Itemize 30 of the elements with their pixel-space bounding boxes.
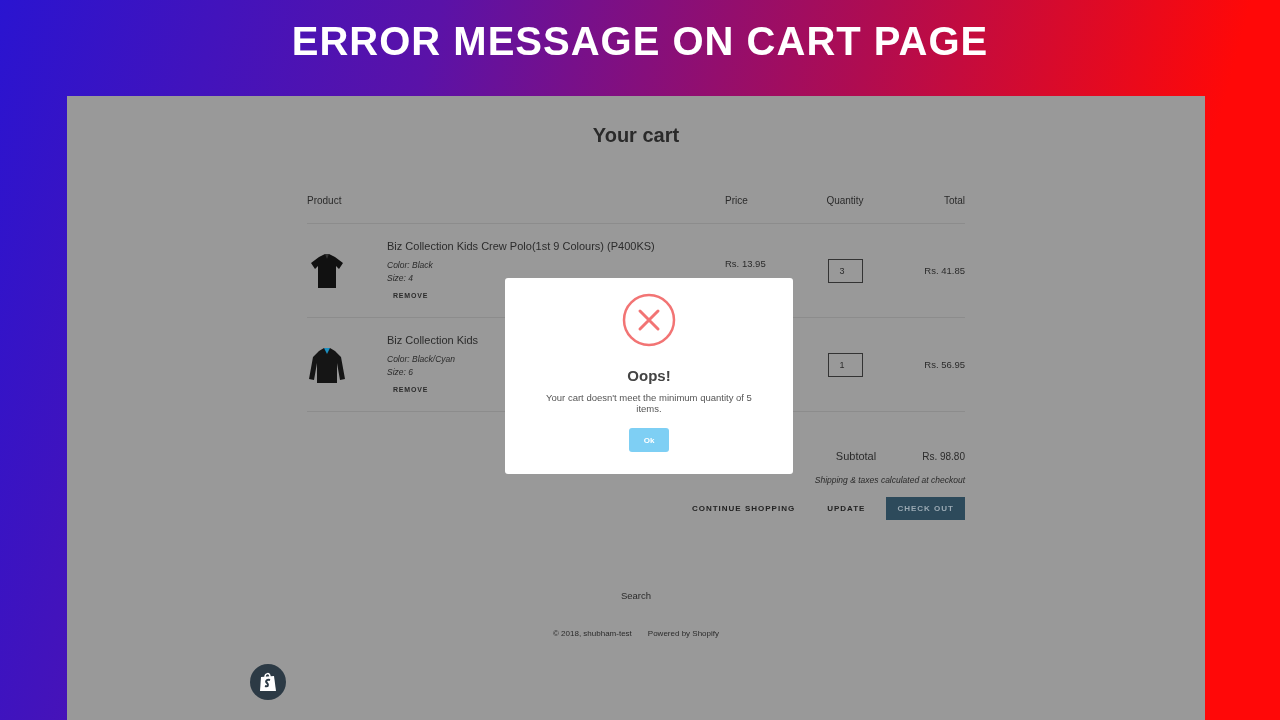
shop-badge-icon[interactable] [250,664,286,700]
line-total: Rs. 56.95 [924,359,965,370]
price: Rs. 13.95 [725,257,766,269]
quantity-field[interactable]: 3 [827,258,863,283]
page-title: Your cart [592,124,680,147]
error-icon [622,293,676,347]
product-title[interactable]: Biz Collection Kids [387,334,479,346]
subtotal-value: Rs. 98.80 [922,450,965,462]
banner-title: ERROR MESSAGE ON CART PAGE [291,18,989,65]
product-color: Color: Black [387,259,433,272]
dialog-message: Your cart doesn't meet the minimum quantity of 5 items. [545,392,753,414]
action-link[interactable]: CONTINUE SHOPPING [680,497,807,520]
action-link[interactable]: UPDATE [816,497,877,520]
column-header: Quantity [826,195,864,206]
product-size: Size: 4 [387,271,413,284]
powered-by-link[interactable]: Powered by Shopify [647,629,719,638]
product-title[interactable]: Biz Collection Kids Crew Polo(1st 9 Colours) (P400KS) [387,240,655,252]
line-total: Rs. 41.85 [924,265,965,276]
quantity-field[interactable]: 1 [827,352,863,377]
column-header: Total [943,195,965,206]
shipping-note: Shipping & taxes calculated at checkout [814,475,965,485]
product-size: Size: 6 [387,365,413,378]
column-header: Product [307,195,342,206]
copyright: © 2018, shubham-test [553,629,632,638]
checkout-button[interactable]: CHECK OUT [886,497,965,520]
footer-link[interactable]: Search [620,590,652,601]
dialog-title: Oops! [627,367,671,384]
column-header: Price [725,195,748,206]
product-color: Color: Black/Cyan [387,353,456,366]
subtotal-label: Subtotal [835,450,877,462]
